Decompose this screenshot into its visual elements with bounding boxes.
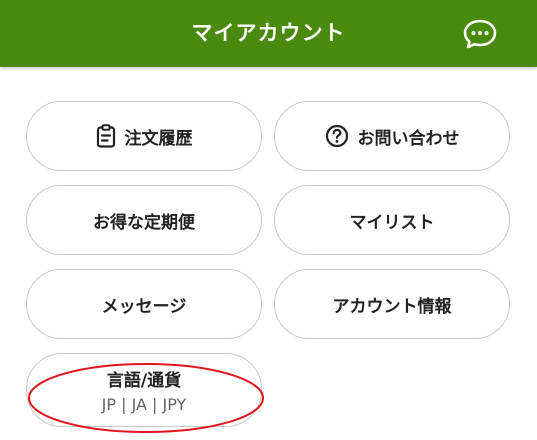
language-currency-value: JP | JA | JPY — [101, 395, 187, 414]
language-currency-button[interactable]: 言語/通貨 JP | JA | JPY — [26, 353, 262, 427]
account-info-label: アカウント情報 — [332, 296, 452, 317]
header-bar: マイアカウント — [0, 0, 537, 67]
messages-button[interactable]: メッセージ — [26, 269, 262, 339]
contact-label: お問い合わせ — [357, 128, 460, 149]
chat-bubble-icon — [462, 18, 498, 50]
account-info-button[interactable]: アカウント情報 — [274, 269, 510, 339]
messages-label: メッセージ — [101, 296, 187, 317]
clipboard-icon — [96, 124, 116, 148]
chat-button[interactable] — [462, 18, 498, 50]
my-list-button[interactable]: マイリスト — [274, 185, 510, 255]
my-list-label: マイリスト — [349, 212, 435, 233]
order-history-button[interactable]: 注文履歴 — [26, 101, 262, 171]
order-history-label: 注文履歴 — [124, 128, 193, 149]
contact-button[interactable]: お問い合わせ — [274, 101, 510, 171]
subscriptions-label: お得な定期便 — [93, 212, 195, 233]
page-title: マイアカウント — [191, 21, 346, 45]
subscriptions-button[interactable]: お得な定期便 — [26, 185, 262, 255]
question-circle-icon — [325, 124, 349, 148]
language-currency-label: 言語/通貨 — [106, 371, 182, 391]
